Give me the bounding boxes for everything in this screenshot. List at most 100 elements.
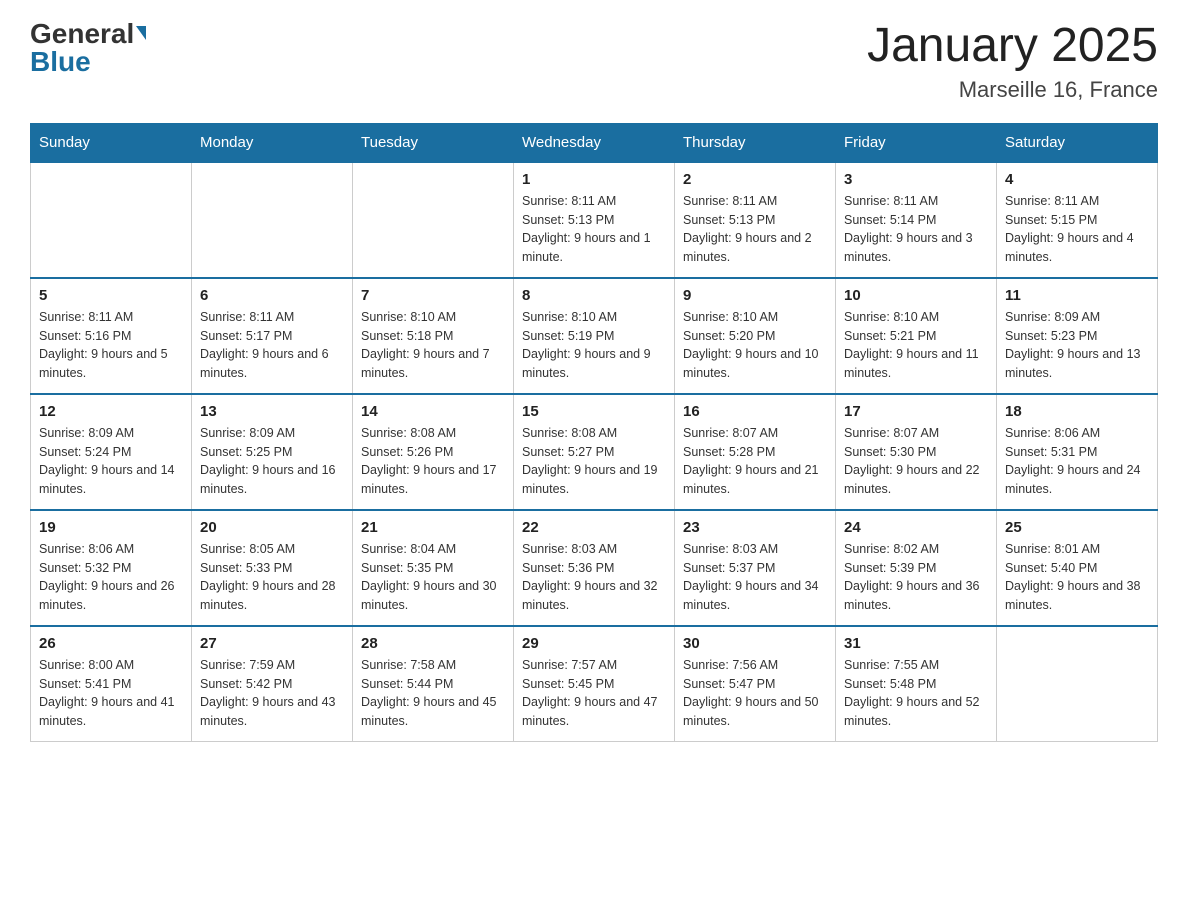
- calendar-day-cell: 20Sunrise: 8:05 AMSunset: 5:33 PMDayligh…: [192, 510, 353, 626]
- location-title: Marseille 16, France: [867, 77, 1158, 103]
- day-number: 9: [683, 287, 827, 304]
- day-info: Sunrise: 8:03 AMSunset: 5:37 PMDaylight:…: [683, 540, 827, 615]
- day-info: Sunrise: 7:56 AMSunset: 5:47 PMDaylight:…: [683, 656, 827, 731]
- day-number: 27: [200, 635, 344, 652]
- day-info: Sunrise: 8:11 AMSunset: 5:15 PMDaylight:…: [1005, 192, 1149, 267]
- day-of-week-header: Saturday: [997, 123, 1158, 162]
- day-info: Sunrise: 7:58 AMSunset: 5:44 PMDaylight:…: [361, 656, 505, 731]
- day-of-week-header: Tuesday: [353, 123, 514, 162]
- calendar-day-cell: 4 Sunrise: 8:11 AMSunset: 5:15 PMDaylight…: [997, 162, 1158, 278]
- calendar-day-cell: 31 Sunrise: 7:55 AMSunset: 5:48 PMDayligh…: [836, 626, 997, 742]
- logo: General Blue: [30, 20, 146, 76]
- calendar-week-row: 26 Sunrise: 8:00 AMSunset: 5:41 PMDayligh…: [31, 626, 1158, 742]
- calendar-day-cell: 26 Sunrise: 8:00 AMSunset: 5:41 PMDayligh…: [31, 626, 192, 742]
- calendar-day-cell: 13Sunrise: 8:09 AMSunset: 5:25 PMDayligh…: [192, 394, 353, 510]
- day-of-week-header: Monday: [192, 123, 353, 162]
- calendar-day-cell: 3 Sunrise: 8:11 AMSunset: 5:14 PMDaylight…: [836, 162, 997, 278]
- day-of-week-header: Wednesday: [514, 123, 675, 162]
- day-info: Sunrise: 8:08 AMSunset: 5:26 PMDaylight:…: [361, 424, 505, 499]
- calendar-day-cell: 5 Sunrise: 8:11 AMSunset: 5:16 PMDaylight…: [31, 278, 192, 394]
- day-number: 3: [844, 171, 988, 188]
- day-number: 23: [683, 519, 827, 536]
- day-info: Sunrise: 8:09 AMSunset: 5:23 PMDaylight:…: [1005, 308, 1149, 383]
- day-info: Sunrise: 8:02 AMSunset: 5:39 PMDaylight:…: [844, 540, 988, 615]
- day-info: Sunrise: 8:11 AMSunset: 5:13 PMDaylight:…: [683, 192, 827, 267]
- day-number: 6: [200, 287, 344, 304]
- logo-general-text: General: [30, 20, 146, 48]
- day-info: Sunrise: 8:09 AMSunset: 5:25 PMDaylight:…: [200, 424, 344, 499]
- day-info: Sunrise: 8:11 AMSunset: 5:14 PMDaylight:…: [844, 192, 988, 267]
- logo-blue-text: Blue: [30, 48, 91, 76]
- calendar-day-cell: 8 Sunrise: 8:10 AMSunset: 5:19 PMDaylight…: [514, 278, 675, 394]
- day-info: Sunrise: 8:11 AMSunset: 5:16 PMDaylight:…: [39, 308, 183, 383]
- calendar-day-cell: [353, 162, 514, 278]
- calendar-day-cell: 24 Sunrise: 8:02 AMSunset: 5:39 PMDayligh…: [836, 510, 997, 626]
- calendar-day-cell: 17Sunrise: 8:07 AMSunset: 5:30 PMDayligh…: [836, 394, 997, 510]
- title-section: January 2025 Marseille 16, France: [867, 20, 1158, 103]
- calendar-day-cell: 28 Sunrise: 7:58 AMSunset: 5:44 PMDayligh…: [353, 626, 514, 742]
- day-info: Sunrise: 8:06 AMSunset: 5:32 PMDaylight:…: [39, 540, 183, 615]
- calendar-day-cell: 25Sunrise: 8:01 AMSunset: 5:40 PMDayligh…: [997, 510, 1158, 626]
- day-info: Sunrise: 8:03 AMSunset: 5:36 PMDaylight:…: [522, 540, 666, 615]
- day-info: Sunrise: 7:57 AMSunset: 5:45 PMDaylight:…: [522, 656, 666, 731]
- calendar-day-cell: 12Sunrise: 8:09 AMSunset: 5:24 PMDayligh…: [31, 394, 192, 510]
- day-number: 10: [844, 287, 988, 304]
- day-info: Sunrise: 8:10 AMSunset: 5:18 PMDaylight:…: [361, 308, 505, 383]
- day-number: 24: [844, 519, 988, 536]
- day-number: 30: [683, 635, 827, 652]
- day-info: Sunrise: 8:07 AMSunset: 5:28 PMDaylight:…: [683, 424, 827, 499]
- calendar-day-cell: 15Sunrise: 8:08 AMSunset: 5:27 PMDayligh…: [514, 394, 675, 510]
- day-info: Sunrise: 8:10 AMSunset: 5:19 PMDaylight:…: [522, 308, 666, 383]
- day-number: 1: [522, 171, 666, 188]
- day-of-week-header: Friday: [836, 123, 997, 162]
- calendar-day-cell: 29 Sunrise: 7:57 AMSunset: 5:45 PMDayligh…: [514, 626, 675, 742]
- calendar-day-cell: 16 Sunrise: 8:07 AMSunset: 5:28 PMDayligh…: [675, 394, 836, 510]
- calendar-day-cell: 30 Sunrise: 7:56 AMSunset: 5:47 PMDayligh…: [675, 626, 836, 742]
- calendar-week-row: 19 Sunrise: 8:06 AMSunset: 5:32 PMDayligh…: [31, 510, 1158, 626]
- day-info: Sunrise: 8:11 AMSunset: 5:13 PMDaylight:…: [522, 192, 666, 267]
- day-of-week-header: Thursday: [675, 123, 836, 162]
- day-info: Sunrise: 7:55 AMSunset: 5:48 PMDaylight:…: [844, 656, 988, 731]
- day-number: 29: [522, 635, 666, 652]
- day-number: 22: [522, 519, 666, 536]
- calendar-day-cell: 10Sunrise: 8:10 AMSunset: 5:21 PMDayligh…: [836, 278, 997, 394]
- day-number: 11: [1005, 287, 1149, 304]
- calendar-day-cell: 22 Sunrise: 8:03 AMSunset: 5:36 PMDayligh…: [514, 510, 675, 626]
- day-number: 19: [39, 519, 183, 536]
- calendar-day-cell: 1 Sunrise: 8:11 AMSunset: 5:13 PMDaylight…: [514, 162, 675, 278]
- day-info: Sunrise: 8:09 AMSunset: 5:24 PMDaylight:…: [39, 424, 183, 499]
- day-info: Sunrise: 8:10 AMSunset: 5:20 PMDaylight:…: [683, 308, 827, 383]
- month-title: January 2025: [867, 20, 1158, 73]
- calendar-day-cell: 2 Sunrise: 8:11 AMSunset: 5:13 PMDaylight…: [675, 162, 836, 278]
- calendar-day-cell: 21Sunrise: 8:04 AMSunset: 5:35 PMDayligh…: [353, 510, 514, 626]
- day-number: 14: [361, 403, 505, 420]
- day-info: Sunrise: 8:00 AMSunset: 5:41 PMDaylight:…: [39, 656, 183, 731]
- calendar-day-cell: 6 Sunrise: 8:11 AMSunset: 5:17 PMDaylight…: [192, 278, 353, 394]
- calendar-day-cell: 19 Sunrise: 8:06 AMSunset: 5:32 PMDayligh…: [31, 510, 192, 626]
- day-number: 4: [1005, 171, 1149, 188]
- day-number: 28: [361, 635, 505, 652]
- day-number: 5: [39, 287, 183, 304]
- day-of-week-header: Sunday: [31, 123, 192, 162]
- day-number: 31: [844, 635, 988, 652]
- calendar-day-cell: [31, 162, 192, 278]
- calendar-week-row: 1 Sunrise: 8:11 AMSunset: 5:13 PMDaylight…: [31, 162, 1158, 278]
- day-number: 16: [683, 403, 827, 420]
- day-number: 2: [683, 171, 827, 188]
- day-info: Sunrise: 8:06 AMSunset: 5:31 PMDaylight:…: [1005, 424, 1149, 499]
- day-info: Sunrise: 8:01 AMSunset: 5:40 PMDaylight:…: [1005, 540, 1149, 615]
- calendar-day-cell: 27 Sunrise: 7:59 AMSunset: 5:42 PMDayligh…: [192, 626, 353, 742]
- calendar-day-cell: 23 Sunrise: 8:03 AMSunset: 5:37 PMDayligh…: [675, 510, 836, 626]
- day-info: Sunrise: 8:07 AMSunset: 5:30 PMDaylight:…: [844, 424, 988, 499]
- day-info: Sunrise: 7:59 AMSunset: 5:42 PMDaylight:…: [200, 656, 344, 731]
- calendar-week-row: 5 Sunrise: 8:11 AMSunset: 5:16 PMDaylight…: [31, 278, 1158, 394]
- calendar-day-cell: 14 Sunrise: 8:08 AMSunset: 5:26 PMDayligh…: [353, 394, 514, 510]
- day-info: Sunrise: 8:11 AMSunset: 5:17 PMDaylight:…: [200, 308, 344, 383]
- day-number: 26: [39, 635, 183, 652]
- calendar-header-row: SundayMondayTuesdayWednesdayThursdayFrid…: [31, 123, 1158, 162]
- day-number: 8: [522, 287, 666, 304]
- day-info: Sunrise: 8:05 AMSunset: 5:33 PMDaylight:…: [200, 540, 344, 615]
- calendar-day-cell: [997, 626, 1158, 742]
- calendar-week-row: 12Sunrise: 8:09 AMSunset: 5:24 PMDayligh…: [31, 394, 1158, 510]
- day-number: 18: [1005, 403, 1149, 420]
